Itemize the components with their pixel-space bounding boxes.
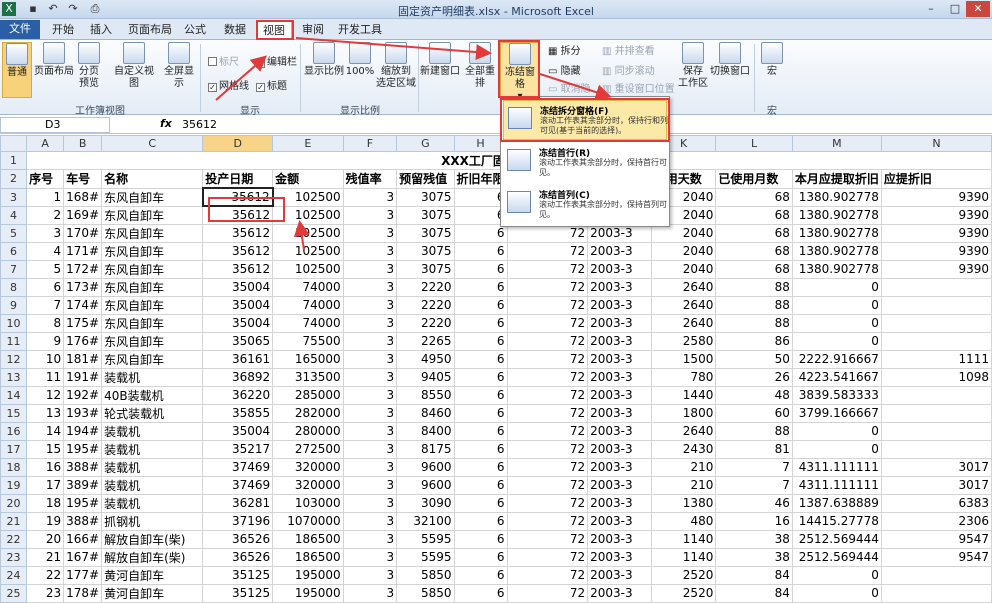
- arrow: [295, 37, 492, 61]
- arrow: [539, 73, 612, 100]
- arrow: [293, 220, 310, 251]
- annotation-arrows: [215, 37, 612, 251]
- arrow: [215, 55, 268, 101]
